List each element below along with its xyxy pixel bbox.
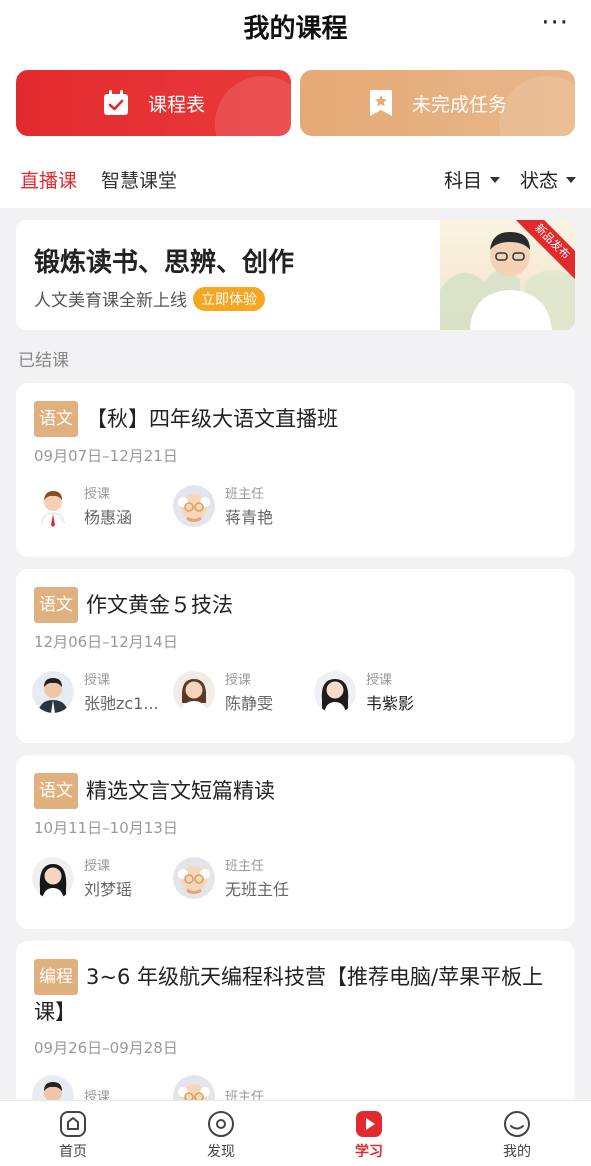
staff-name: 张驰zc1... [84,694,159,713]
course-title: 【秋】四年级大语文直播班 [86,407,338,431]
banner-headline: 锻炼读书、思辨、创作 [34,248,295,278]
staff-role: 班主任 [225,487,265,502]
nav-discover-label: 发现 [207,1144,235,1160]
course-staff: 授课 刘梦瑶 班主任 无班主任 [32,855,314,900]
nav-mine-label: 我的 [503,1144,531,1160]
course-title-row: 编程 3~6 年级航天编程科技营【推荐电脑/苹果平板上课】 [34,959,555,1029]
calendar-check-icon [103,90,128,115]
avatar [32,484,74,527]
unfinished-tasks-button[interactable]: 未完成任务 [300,70,575,136]
status-filter-label: 状态 [520,170,559,192]
course-title-row: 语文 作文黄金５技法 [34,587,555,623]
caret-down-icon [490,176,501,183]
course-title: 精选文言文短篇精读 [86,779,275,803]
course-dates: 12月06日–12月14日 [34,633,178,651]
page-title: 我的课程 [243,14,348,44]
course-staff: 授课 杨惠涵 班主任 蒋青艳 [32,483,314,528]
course-dates: 10月11日–10月13日 [34,819,178,837]
nav-study-label: 学习 [355,1144,383,1160]
course-title-row: 语文 【秋】四年级大语文直播班 [34,401,555,437]
teacher: 授课 杨惠涵 [32,483,173,528]
tab-live[interactable]: 直播课 [20,166,77,193]
avatar [314,670,356,713]
decor-circle [499,76,575,136]
caret-down-icon [566,176,577,183]
nav-home-label: 首页 [59,1144,87,1160]
teacher: 授课 陈静雯 [173,669,314,714]
finished-section-label: 已结课 [18,351,69,371]
compass-icon [176,1107,266,1141]
subject-filter[interactable]: 科目 [444,166,501,193]
course-dates: 09月26日–09月28日 [34,1039,178,1057]
banner-teacher-image: 新品发布 [440,220,575,330]
staff-role: 授课 [366,673,393,688]
smile-icon [472,1107,562,1141]
course-title-row: 语文 精选文言文短篇精读 [34,773,555,809]
bookmark-star-icon [369,90,392,116]
staff-role: 授课 [84,859,111,874]
bottom-nav: 首页 发现 学习 我的 [0,1100,591,1166]
course-title: 作文黄金５技法 [86,593,233,617]
nav-discover[interactable]: 发现 [176,1107,266,1161]
tab-smart-classroom[interactable]: 智慧课堂 [101,166,177,193]
course-card[interactable]: 语文 精选文言文短篇精读 10月11日–10月13日 授课 刘梦瑶 班主任 无班主… [16,755,575,929]
banner-subtitle: 人文美育课全新上线 [34,291,187,311]
nav-home[interactable]: 首页 [28,1107,118,1161]
schedule-button[interactable]: 课程表 [16,70,291,136]
staff-role: 班主任 [225,859,265,874]
subject-tag: 语文 [34,587,78,623]
avatar [173,856,215,899]
course-card[interactable]: 语文 作文黄金５技法 12月06日–12月14日 授课 张驰zc1... 授课 陈… [16,569,575,743]
avatar [173,670,215,713]
status-filter[interactable]: 状态 [520,166,577,193]
subject-tag: 语文 [34,401,78,437]
staff-name: 韦紫影 [366,694,415,713]
try-now-button[interactable]: 立即体验 [193,286,265,311]
staff-name: 无班主任 [225,880,290,899]
course-staff: 授课 张驰zc1... 授课 陈静雯 授课 韦紫影 [32,669,455,714]
action-buttons: 课程表 未完成任务 [0,54,591,154]
subject-tag: 语文 [34,773,78,809]
avatar [173,484,215,527]
teacher: 授课 张驰zc1... [32,669,173,714]
home-icon [28,1107,118,1141]
staff-name: 蒋青艳 [225,508,274,527]
staff-name: 杨惠涵 [84,508,133,527]
schedule-label: 课程表 [147,93,205,116]
head-teacher: 班主任 蒋青艳 [173,483,314,528]
decor-circle [215,76,291,136]
staff-name: 陈静雯 [225,694,274,713]
more-icon[interactable]: ··· [541,8,569,38]
top-bar: 我的课程 ··· [0,0,591,54]
teacher: 授课 韦紫影 [314,669,455,714]
subject-tag: 编程 [34,959,78,995]
staff-role: 授课 [84,673,111,688]
nav-study[interactable]: 学习 [324,1107,414,1161]
play-icon [324,1107,414,1141]
staff-role: 授课 [225,673,252,688]
course-card[interactable]: 语文 【秋】四年级大语文直播班 09月07日–12月21日 授课 杨惠涵 班主任 … [16,383,575,557]
avatar [32,856,74,899]
staff-name: 刘梦瑶 [84,880,133,899]
avatar [32,670,74,713]
subject-filter-label: 科目 [444,170,483,192]
teacher: 授课 刘梦瑶 [32,855,173,900]
nav-mine[interactable]: 我的 [472,1107,562,1161]
course-dates: 09月07日–12月21日 [34,447,178,465]
head-teacher: 班主任 无班主任 [173,855,314,900]
banner-subtitle-row: 人文美育课全新上线 立即体验 [34,286,265,311]
course-title: 3~6 年级航天编程科技营【推荐电脑/苹果平板上课】 [34,965,544,1024]
promo-banner[interactable]: 锻炼读书、思辨、创作 人文美育课全新上线 立即体验 新品发布 [16,220,575,330]
staff-role: 授课 [84,487,111,502]
tasks-label: 未完成任务 [411,93,507,116]
course-tabs: 直播课 智慧课堂 科目 状态 [0,154,591,208]
